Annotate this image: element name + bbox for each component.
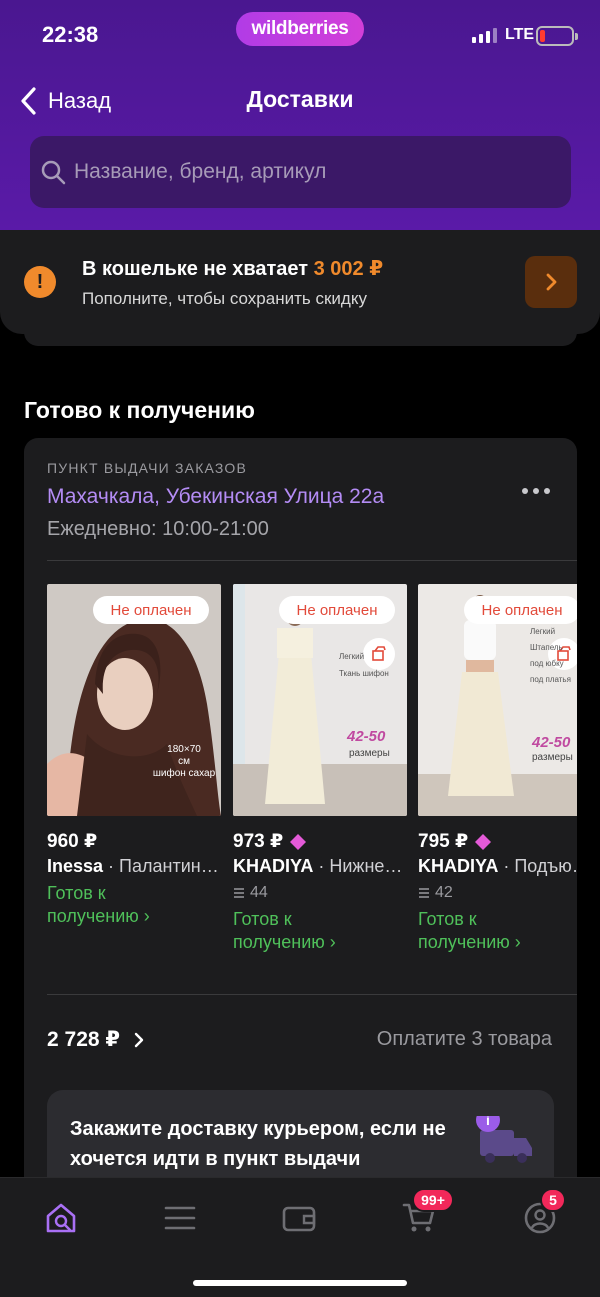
product-status[interactable]: Готов к получению › [418,908,521,954]
product-name: KHADIYA · Нижнее платье [233,856,407,876]
pickup-label: ПУНКТ ВЫДАЧИ ЗАКАЗОВ [47,460,248,476]
battery-icon [536,26,578,46]
order-total[interactable]: 2 728 ₽ [47,1027,144,1052]
section-title: Готово к получению [24,397,255,423]
image-features: Легкий Штапель под юбку под платья [530,627,571,684]
reviews-icon [234,888,244,898]
wallet-subtitle: Пополните, чтобы сохранить скидку [82,289,367,308]
product-card[interactable]: Не оплачен Легкий Штапель под юбку под п… [418,584,577,952]
back-button[interactable]: Назад [18,86,111,116]
warning-icon: ! [24,266,56,298]
brand-logo: wildberries [236,12,364,46]
chevron-right-icon [546,273,557,291]
divider [47,560,577,561]
tab-catalog[interactable] [160,1198,200,1238]
unpaid-badge: Не оплачен [93,596,209,624]
wallet-amount: 3 002 ₽ [313,258,384,280]
wallet-icon [282,1206,316,1232]
pay-items-button[interactable]: Оплатите 3 товара [377,1028,552,1051]
product-carousel[interactable]: Не оплачен 180×70 см шифон сахар 960 ₽ I… [47,584,577,974]
tab-wallet[interactable] [279,1198,319,1238]
svg-text:i: i [486,1116,490,1128]
image-sizes-label: размеры [349,748,390,759]
product-price: 960 ₽ [47,831,98,852]
tab-home[interactable] [41,1198,81,1238]
more-icon[interactable] [522,488,550,494]
product-price: 795 ₽ [418,830,492,853]
chevron-right-icon [134,1032,144,1047]
signal-icon [472,28,497,43]
review-count: 44 [233,884,268,902]
discount-tag-icon [290,833,307,850]
product-image[interactable]: Не оплачен Легкий Штапель под юбку под п… [418,584,577,816]
tab-bar: 99+ 5 [0,1177,600,1297]
wallet-title-text: В кошельке не хватает [82,258,309,280]
home-indicator [193,1280,407,1286]
menu-icon [164,1206,196,1230]
product-image[interactable]: Не оплачен Легкий Ткань шифон 42-50 разм… [233,584,407,816]
status-time: 22:38 [42,22,99,47]
discount-tag-icon [475,833,492,850]
total-amount: 2 728 ₽ [47,1028,120,1051]
cart-badge: 99+ [412,1188,454,1212]
image-size: 42-50 [347,728,386,745]
reviews-icon [419,888,429,898]
order-card: ПУНКТ ВЫДАЧИ ЗАКАЗОВ Махачкала, Убекинск… [24,438,577,1178]
app-header: 22:38 wildberries LTE Назад Доставки [0,0,600,232]
back-label: Назад [48,88,112,113]
image-sizes-label: размеры [532,752,573,763]
home-search-icon [46,1203,76,1233]
unpaid-badge: Не оплачен [279,596,395,624]
product-card[interactable]: Не оплачен Легкий Ткань шифон 42-50 разм… [233,584,407,952]
unpaid-badge: Не оплачен [464,596,577,624]
network-label: LTE [505,26,535,43]
courier-banner[interactable]: Закажите доставку курьером, если не хоче… [47,1090,554,1178]
courier-text: Закажите доставку курьером, если не хоче… [70,1118,446,1170]
product-status[interactable]: Готов к получению › [47,882,150,928]
product-card[interactable]: Не оплачен 180×70 см шифон сахар 960 ₽ I… [47,584,221,926]
courier-truck-icon: i [476,1116,532,1163]
chevron-left-icon [21,87,36,115]
search-input[interactable] [74,160,534,184]
pickup-hours: Ежедневно: 10:00-21:00 [47,518,269,540]
pickup-address[interactable]: Махачкала, Убекинская Улица 22а [47,485,384,509]
search-bar[interactable] [30,136,571,208]
divider [47,994,577,995]
product-status[interactable]: Готов к получению › [233,908,336,954]
search-icon [41,160,66,185]
wallet-go-button[interactable] [525,256,577,308]
product-name: KHADIYA · Подъюбник [418,856,577,876]
image-features: Легкий Ткань шифон [339,652,389,678]
product-name: Inessa · Палантин шифон [47,856,221,876]
product-price: 973 ₽ [233,830,307,853]
product-image[interactable]: Не оплачен 180×70 см шифон сахар [47,584,221,816]
wallet-title: В кошельке не хватает 3 002 ₽ [82,256,383,281]
image-caption: 180×70 см шифон сахар [152,744,216,779]
review-count: 42 [418,884,453,902]
profile-badge: 5 [540,1188,566,1212]
image-size: 42-50 [532,734,571,751]
wallet-banner[interactable]: ! В кошельке не хватает 3 002 ₽ Пополнит… [0,230,600,334]
page-title: Доставки [246,86,354,112]
